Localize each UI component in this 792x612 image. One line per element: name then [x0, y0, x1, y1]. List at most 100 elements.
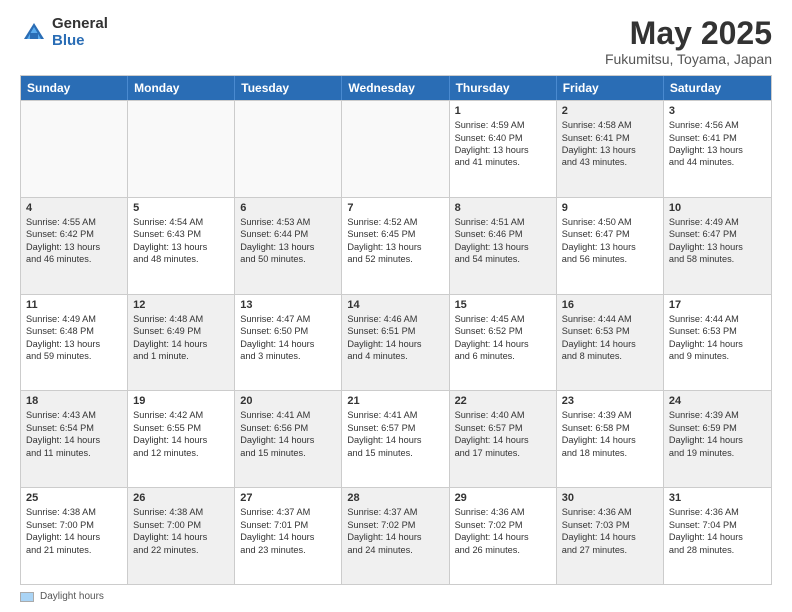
cell-line: Daylight: 14 hours [133, 531, 229, 543]
calendar-cell: 2Sunrise: 4:58 AMSunset: 6:41 PMDaylight… [557, 101, 664, 197]
cell-line: Sunrise: 4:36 AM [455, 506, 551, 518]
cell-line: Sunrise: 4:55 AM [26, 216, 122, 228]
cell-line: and 58 minutes. [669, 253, 766, 265]
calendar-cell [128, 101, 235, 197]
cell-line: and 44 minutes. [669, 156, 766, 168]
calendar-cell: 19Sunrise: 4:42 AMSunset: 6:55 PMDayligh… [128, 391, 235, 487]
cell-line: Sunrise: 4:36 AM [669, 506, 766, 518]
subtitle: Fukumitsu, Toyama, Japan [605, 51, 772, 67]
cell-line: Daylight: 13 hours [240, 241, 336, 253]
header-cell-sunday: Sunday [21, 76, 128, 100]
cell-line: Sunrise: 4:38 AM [133, 506, 229, 518]
cell-line: Sunrise: 4:49 AM [26, 313, 122, 325]
month-title: May 2025 [605, 16, 772, 51]
cell-line: and 17 minutes. [455, 447, 551, 459]
cell-line: Daylight: 13 hours [669, 144, 766, 156]
logo-text: General Blue [52, 16, 108, 49]
day-number: 1 [455, 105, 551, 117]
calendar-cell: 31Sunrise: 4:36 AMSunset: 7:04 PMDayligh… [664, 488, 771, 584]
calendar: SundayMondayTuesdayWednesdayThursdayFrid… [20, 75, 772, 585]
cell-line: Daylight: 13 hours [26, 241, 122, 253]
cell-line: Sunset: 6:45 PM [347, 228, 443, 240]
calendar-cell [235, 101, 342, 197]
calendar-cell: 6Sunrise: 4:53 AMSunset: 6:44 PMDaylight… [235, 198, 342, 294]
cell-line: Sunrise: 4:44 AM [562, 313, 658, 325]
cell-line: Sunset: 6:42 PM [26, 228, 122, 240]
calendar-cell: 23Sunrise: 4:39 AMSunset: 6:58 PMDayligh… [557, 391, 664, 487]
cell-line: and 9 minutes. [669, 350, 766, 362]
logo-blue-label: Blue [52, 33, 108, 50]
logo: General Blue [20, 16, 108, 49]
cell-line: Daylight: 14 hours [562, 531, 658, 543]
calendar-row-1: 1Sunrise: 4:59 AMSunset: 6:40 PMDaylight… [21, 100, 771, 197]
day-number: 5 [133, 202, 229, 214]
cell-line: and 52 minutes. [347, 253, 443, 265]
cell-line: Sunrise: 4:49 AM [669, 216, 766, 228]
cell-line: and 22 minutes. [133, 544, 229, 556]
cell-line: Daylight: 14 hours [347, 434, 443, 446]
day-number: 28 [347, 492, 443, 504]
cell-line: Sunset: 6:47 PM [562, 228, 658, 240]
cell-line: Daylight: 13 hours [562, 241, 658, 253]
cell-line: Sunset: 6:53 PM [562, 325, 658, 337]
day-number: 4 [26, 202, 122, 214]
calendar-cell: 15Sunrise: 4:45 AMSunset: 6:52 PMDayligh… [450, 295, 557, 391]
calendar-cell: 7Sunrise: 4:52 AMSunset: 6:45 PMDaylight… [342, 198, 449, 294]
cell-line: Sunrise: 4:39 AM [669, 409, 766, 421]
cell-line: Daylight: 13 hours [133, 241, 229, 253]
day-number: 27 [240, 492, 336, 504]
footer: Daylight hours [20, 591, 772, 602]
day-number: 16 [562, 299, 658, 311]
calendar-row-4: 18Sunrise: 4:43 AMSunset: 6:54 PMDayligh… [21, 390, 771, 487]
cell-line: and 1 minute. [133, 350, 229, 362]
calendar-cell [21, 101, 128, 197]
header-cell-wednesday: Wednesday [342, 76, 449, 100]
cell-line: Sunset: 7:03 PM [562, 519, 658, 531]
calendar-cell: 13Sunrise: 4:47 AMSunset: 6:50 PMDayligh… [235, 295, 342, 391]
cell-line: Sunrise: 4:56 AM [669, 119, 766, 131]
calendar-cell: 24Sunrise: 4:39 AMSunset: 6:59 PMDayligh… [664, 391, 771, 487]
cell-line: Daylight: 14 hours [455, 531, 551, 543]
cell-line: Daylight: 13 hours [455, 144, 551, 156]
day-number: 6 [240, 202, 336, 214]
header-cell-saturday: Saturday [664, 76, 771, 100]
cell-line: and 19 minutes. [669, 447, 766, 459]
cell-line: Sunset: 6:47 PM [669, 228, 766, 240]
header-cell-friday: Friday [557, 76, 664, 100]
cell-line: and 41 minutes. [455, 156, 551, 168]
day-number: 9 [562, 202, 658, 214]
cell-line: and 11 minutes. [26, 447, 122, 459]
cell-line: Daylight: 13 hours [455, 241, 551, 253]
cell-line: Daylight: 14 hours [562, 338, 658, 350]
cell-line: Sunrise: 4:46 AM [347, 313, 443, 325]
cell-line: and 21 minutes. [26, 544, 122, 556]
cell-line: Sunset: 7:00 PM [26, 519, 122, 531]
day-number: 10 [669, 202, 766, 214]
calendar-cell: 26Sunrise: 4:38 AMSunset: 7:00 PMDayligh… [128, 488, 235, 584]
calendar-cell: 27Sunrise: 4:37 AMSunset: 7:01 PMDayligh… [235, 488, 342, 584]
cell-line: Sunset: 6:46 PM [455, 228, 551, 240]
cell-line: Sunrise: 4:50 AM [562, 216, 658, 228]
cell-line: Daylight: 14 hours [133, 338, 229, 350]
calendar-cell: 9 Sunrise: 4:50 AMSunset: 6:47 PMDaylight… [557, 198, 664, 294]
cell-line: Sunset: 6:54 PM [26, 422, 122, 434]
cell-line: and 48 minutes. [133, 253, 229, 265]
cell-line: Sunset: 6:43 PM [133, 228, 229, 240]
cell-line: Sunset: 6:49 PM [133, 325, 229, 337]
header-cell-monday: Monday [128, 76, 235, 100]
cell-line: and 56 minutes. [562, 253, 658, 265]
cell-line: Sunrise: 4:43 AM [26, 409, 122, 421]
calendar-cell: 18Sunrise: 4:43 AMSunset: 6:54 PMDayligh… [21, 391, 128, 487]
legend-label: Daylight hours [40, 591, 104, 602]
cell-line: Sunset: 6:57 PM [347, 422, 443, 434]
calendar-cell: 16 Sunrise: 4:44 AMSunset: 6:53 PMDayligh… [557, 295, 664, 391]
calendar-cell: 10Sunrise: 4:49 AMSunset: 6:47 PMDayligh… [664, 198, 771, 294]
cell-line: Daylight: 14 hours [347, 338, 443, 350]
cell-line: Sunset: 6:52 PM [455, 325, 551, 337]
cell-line: Daylight: 14 hours [240, 531, 336, 543]
cell-line: and 4 minutes. [347, 350, 443, 362]
calendar-cell: 29Sunrise: 4:36 AMSunset: 7:02 PMDayligh… [450, 488, 557, 584]
day-number: 21 [347, 395, 443, 407]
cell-line: Sunrise: 4:47 AM [240, 313, 336, 325]
cell-line: Sunrise: 4:36 AM [562, 506, 658, 518]
